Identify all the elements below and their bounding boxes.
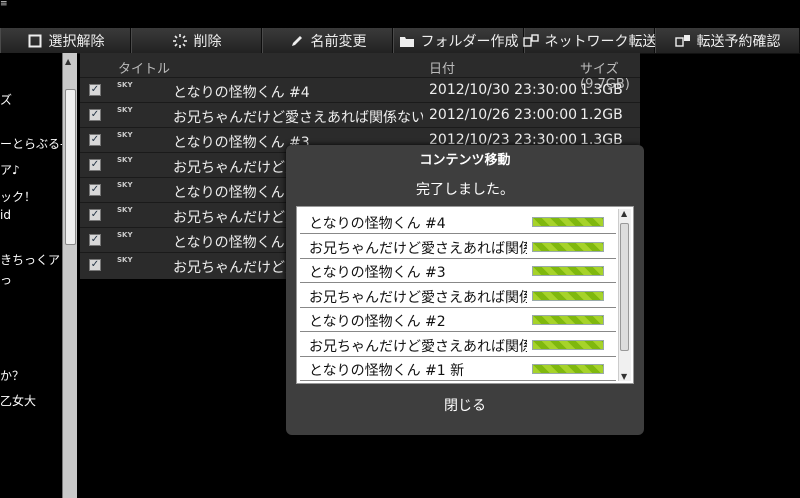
file-list-header: タイトル 日付 サイズ (9.7GB) bbox=[80, 53, 640, 92]
item-name: お兄ちゃんだけど愛さえあれば関係ないよ bbox=[309, 338, 527, 355]
dialog-message: 完了しました。 bbox=[416, 182, 514, 198]
item-name: お兄ちゃんだけど愛さえあれば関係ないよ bbox=[309, 240, 527, 257]
sidebar-scrollbar[interactable]: ▲ bbox=[62, 53, 77, 498]
deselect-label: 選択解除 bbox=[48, 33, 105, 50]
dialog-scroll-thumb[interactable] bbox=[620, 223, 629, 351]
column-header-title[interactable]: タイトル bbox=[118, 58, 170, 77]
table-row[interactable]: ✓ SKY となりの怪物くん #4 2012/10/30 23:30:00 1.3GB bbox=[80, 77, 640, 102]
progress-bar bbox=[532, 339, 604, 350]
scroll-down-icon[interactable]: ▼ bbox=[621, 372, 627, 381]
delete-label: 削除 bbox=[193, 33, 222, 50]
sidebar-line[interactable]: か？ bbox=[0, 367, 24, 384]
progress-bar bbox=[532, 290, 604, 301]
transfer-reservation-label: 転送予約確認 bbox=[696, 33, 781, 50]
item-name: となりの怪物くん #2 bbox=[309, 314, 446, 330]
transfer-reservation-button[interactable]: 転送予約確認 bbox=[655, 28, 800, 53]
channel-logo-icon: SKY bbox=[117, 231, 133, 239]
item-name: となりの怪物くん #4 bbox=[309, 216, 446, 232]
progress-bar bbox=[532, 315, 604, 325]
scroll-up-icon[interactable]: ▲ bbox=[621, 209, 627, 218]
channel-logo-icon: SKY bbox=[117, 81, 133, 89]
folder-icon bbox=[399, 33, 415, 49]
sidebar-scroll-thumb[interactable] bbox=[65, 89, 76, 245]
progress-bar bbox=[532, 266, 604, 276]
channel-logo-icon: SKY bbox=[117, 106, 133, 114]
row-title: お兄ちゃんだけど愛さえあれば関係ないよ bbox=[173, 110, 423, 126]
item-name: お兄ちゃんだけど愛さえあれば関係ないよ bbox=[309, 289, 527, 306]
close-button[interactable]: 閉じる bbox=[286, 395, 644, 415]
dialog-item-list: となりの怪物くん #4 お兄ちゃんだけど愛さえあれば関係ないよとなりの怪物くん #… bbox=[296, 206, 634, 384]
sidebar-line[interactable]: id bbox=[0, 208, 11, 222]
list-item: となりの怪物くん #2 bbox=[300, 308, 616, 332]
row-size: 1.3GB bbox=[580, 82, 623, 98]
channel-logo-icon: SKY bbox=[117, 131, 133, 139]
rename-button[interactable]: 名前変更 bbox=[262, 28, 393, 53]
sidebar: ズ ーとらぶる- ア♪ ック！ id きちっくア っ か？ 乙女大 bbox=[0, 53, 62, 498]
progress-bar bbox=[532, 241, 604, 252]
sidebar-line[interactable]: ズ bbox=[0, 91, 12, 108]
sidebar-line[interactable]: ア♪ bbox=[0, 161, 20, 178]
row-checkbox[interactable]: ✓ bbox=[89, 109, 101, 121]
channel-logo-icon: SKY bbox=[117, 206, 133, 214]
row-date: 2012/10/26 23:00:00 bbox=[429, 107, 578, 123]
spinner-icon bbox=[172, 33, 188, 49]
row-checkbox[interactable]: ✓ bbox=[89, 84, 101, 96]
menu-icon[interactable]: ≡ bbox=[0, 0, 8, 9]
scroll-up-icon[interactable]: ▲ bbox=[65, 57, 71, 66]
row-checkbox[interactable]: ✓ bbox=[89, 184, 101, 196]
dialog-title: コンテンツ移動 bbox=[419, 153, 511, 168]
sidebar-line[interactable]: きちっくア bbox=[0, 251, 60, 268]
progress-bar bbox=[532, 364, 604, 374]
pencil-icon bbox=[289, 33, 305, 49]
row-checkbox[interactable]: ✓ bbox=[89, 159, 101, 171]
list-item: となりの怪物くん #1 新 bbox=[300, 357, 616, 381]
toolbar: 選択解除 削除 名前変更 フォルダー作成 ネットワーク転送 転送予約確認 bbox=[0, 28, 800, 54]
sidebar-line[interactable]: 乙女大 bbox=[0, 392, 36, 409]
delete-button[interactable]: 削除 bbox=[131, 28, 262, 53]
dialog-scrollbar[interactable]: ▲ ▼ bbox=[618, 209, 631, 381]
list-item: となりの怪物くん #4 bbox=[300, 210, 616, 234]
deselect-button[interactable]: 選択解除 bbox=[0, 28, 131, 53]
network-transfer-label: ネットワーク転送 bbox=[544, 33, 657, 50]
sidebar-line[interactable]: ーとらぶる- bbox=[0, 135, 62, 152]
content-move-dialog: コンテンツ移動 完了しました。 となりの怪物くん #4 お兄ちゃんだけど愛さえあれ… bbox=[286, 145, 644, 435]
progress-bar bbox=[532, 217, 604, 227]
network-transfer-button[interactable]: ネットワーク転送 bbox=[522, 28, 657, 53]
row-checkbox[interactable]: ✓ bbox=[89, 134, 101, 146]
create-folder-label: フォルダー作成 bbox=[420, 33, 519, 50]
channel-logo-icon: SKY bbox=[117, 181, 133, 189]
table-row[interactable]: ✓ SKY お兄ちゃんだけど愛さえあれば関係ないよ 2012/10/26 23:00:… bbox=[80, 102, 640, 127]
list-item: となりの怪物くん #3 bbox=[300, 259, 616, 283]
list-item: お兄ちゃんだけど愛さえあれば関係ないよ bbox=[300, 333, 616, 357]
create-folder-button[interactable]: フォルダー作成 bbox=[393, 28, 524, 53]
top-strip: ≡ bbox=[0, 0, 800, 28]
column-header-date[interactable]: 日付 bbox=[429, 58, 455, 77]
item-name: となりの怪物くん #3 bbox=[309, 265, 446, 281]
network-transfer-icon bbox=[522, 33, 539, 49]
list-item: お兄ちゃんだけど愛さえあれば関係ないよ bbox=[300, 235, 616, 259]
channel-logo-icon: SKY bbox=[117, 156, 133, 164]
channel-logo-icon: SKY bbox=[117, 256, 133, 264]
sidebar-line[interactable]: っ bbox=[0, 271, 12, 288]
row-checkbox[interactable]: ✓ bbox=[89, 259, 101, 271]
item-name: となりの怪物くん #1 新 bbox=[309, 363, 465, 379]
rename-label: 名前変更 bbox=[310, 33, 367, 50]
row-checkbox[interactable]: ✓ bbox=[89, 209, 101, 221]
row-title: となりの怪物くん #4 bbox=[173, 85, 310, 101]
list-item: お兄ちゃんだけど愛さえあれば関係ないよ bbox=[300, 284, 616, 308]
transfer-reservation-icon bbox=[674, 33, 691, 49]
square-icon bbox=[27, 33, 43, 49]
row-date: 2012/10/30 23:30:00 bbox=[429, 82, 578, 98]
row-checkbox[interactable]: ✓ bbox=[89, 234, 101, 246]
row-size: 1.2GB bbox=[580, 107, 623, 123]
sidebar-line[interactable]: ック！ bbox=[0, 188, 36, 205]
